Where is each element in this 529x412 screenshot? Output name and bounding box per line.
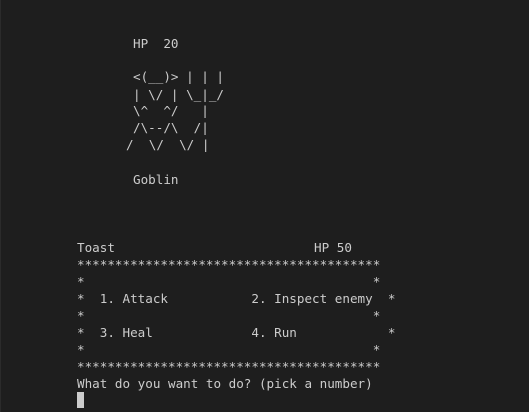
enemy-art-line-1: <(__)> | | | <box>133 69 224 84</box>
player-name: Toast <box>77 240 115 255</box>
enemy-name: Goblin <box>133 172 179 187</box>
menu-border-bottom: **************************************** <box>77 359 381 374</box>
enemy-art-line-5: / \/ \/ | <box>126 137 210 152</box>
menu-blank-row: * * <box>77 342 381 357</box>
enemy-hp: HP 20 <box>133 36 179 51</box>
left-edge-divider <box>0 0 1 412</box>
enemy-art-line-2: | \/ | \_|_/ <box>133 87 224 102</box>
menu-border-top: **************************************** <box>77 257 381 272</box>
menu-blank-row: * * <box>77 308 381 323</box>
menu-blank-row: * * <box>77 274 381 289</box>
enemy-art-line-3: \^ ^/ | <box>133 103 209 118</box>
menu-options-row-1: * 1. Attack 2. Inspect enemy * <box>77 291 396 306</box>
player-hp: HP 50 <box>314 240 352 255</box>
enemy-art-line-4: /\--/\ /| <box>133 120 209 135</box>
terminal-window[interactable]: HP 20 <(__)> | | | | \/ | \_|_/ \^ ^/ | … <box>0 0 529 412</box>
text-cursor[interactable] <box>77 392 84 408</box>
input-prompt: What do you want to do? (pick a number) <box>77 376 373 391</box>
menu-options-row-2: * 3. Heal 4. Run * <box>77 325 396 340</box>
